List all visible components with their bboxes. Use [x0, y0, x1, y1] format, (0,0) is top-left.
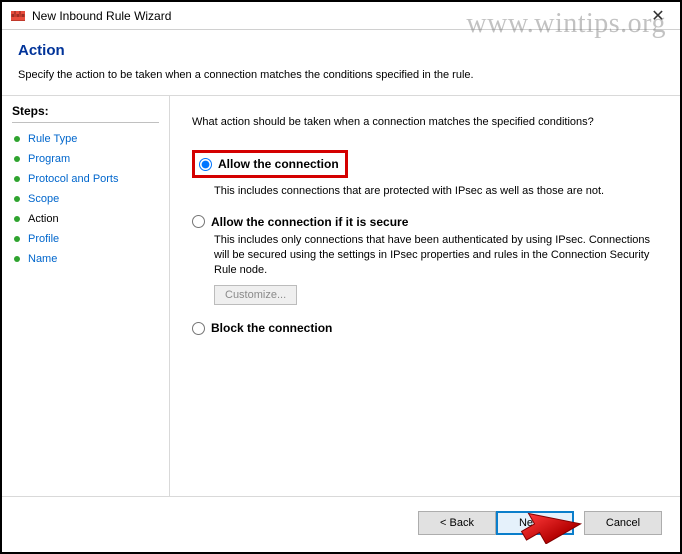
- option-allow-secure: Allow the connection if it is secure Thi…: [192, 215, 658, 306]
- header: Action Specify the action to be taken wh…: [2, 30, 680, 96]
- radio-allow-secure[interactable]: [192, 215, 205, 228]
- step-action[interactable]: Action: [12, 209, 159, 229]
- step-label: Profile: [28, 233, 59, 245]
- option-allow-secure-desc: This includes only connections that have…: [214, 233, 658, 278]
- page-title: Action: [18, 42, 664, 59]
- content-panel: What action should be taken when a conne…: [170, 96, 680, 496]
- step-label: Action: [28, 213, 59, 225]
- step-label: Name: [28, 253, 57, 265]
- bullet-icon: [14, 176, 20, 182]
- button-bar: < Back Next > Cancel: [2, 496, 680, 548]
- step-profile[interactable]: Profile: [12, 229, 159, 249]
- bullet-icon: [14, 156, 20, 162]
- bullet-icon: [14, 256, 20, 262]
- radio-allow[interactable]: [199, 158, 212, 171]
- step-label: Protocol and Ports: [28, 173, 119, 185]
- bullet-icon: [14, 196, 20, 202]
- bullet-icon: [14, 236, 20, 242]
- step-label: Scope: [28, 193, 59, 205]
- nav-button-group: < Back Next >: [418, 511, 574, 535]
- step-label: Rule Type: [28, 133, 77, 145]
- wizard-window: New Inbound Rule Wizard ✕ www.wintips.or…: [0, 0, 682, 554]
- customize-button: Customize...: [214, 285, 297, 305]
- step-rule-type[interactable]: Rule Type: [12, 129, 159, 149]
- step-protocol-ports[interactable]: Protocol and Ports: [12, 169, 159, 189]
- close-icon[interactable]: ✕: [644, 6, 672, 26]
- titlebar: New Inbound Rule Wizard ✕: [2, 2, 680, 30]
- option-allow-label: Allow the connection: [218, 157, 339, 171]
- step-name[interactable]: Name: [12, 249, 159, 269]
- bullet-icon: [14, 136, 20, 142]
- body: Steps: Rule Type Program Protocol and Po…: [2, 96, 680, 496]
- bullet-icon: [14, 216, 20, 222]
- firewall-icon: [10, 8, 26, 24]
- step-scope[interactable]: Scope: [12, 189, 159, 209]
- window-title: New Inbound Rule Wizard: [32, 9, 171, 23]
- step-label: Program: [28, 153, 70, 165]
- prompt-text: What action should be taken when a conne…: [192, 116, 658, 128]
- back-button[interactable]: < Back: [418, 511, 496, 535]
- option-allow: Allow the connection This includes conne…: [192, 150, 658, 199]
- steps-title: Steps:: [12, 104, 159, 123]
- page-subtitle: Specify the action to be taken when a co…: [18, 69, 664, 81]
- option-allow-desc: This includes connections that are prote…: [214, 184, 658, 199]
- option-allow-secure-label: Allow the connection if it is secure: [211, 215, 408, 229]
- radio-block[interactable]: [192, 322, 205, 335]
- cancel-button[interactable]: Cancel: [584, 511, 662, 535]
- option-block: Block the connection: [192, 321, 658, 335]
- option-block-label: Block the connection: [211, 321, 332, 335]
- steps-panel: Steps: Rule Type Program Protocol and Po…: [2, 96, 170, 496]
- step-program[interactable]: Program: [12, 149, 159, 169]
- next-button[interactable]: Next >: [496, 511, 574, 535]
- highlight-box: Allow the connection: [192, 150, 348, 178]
